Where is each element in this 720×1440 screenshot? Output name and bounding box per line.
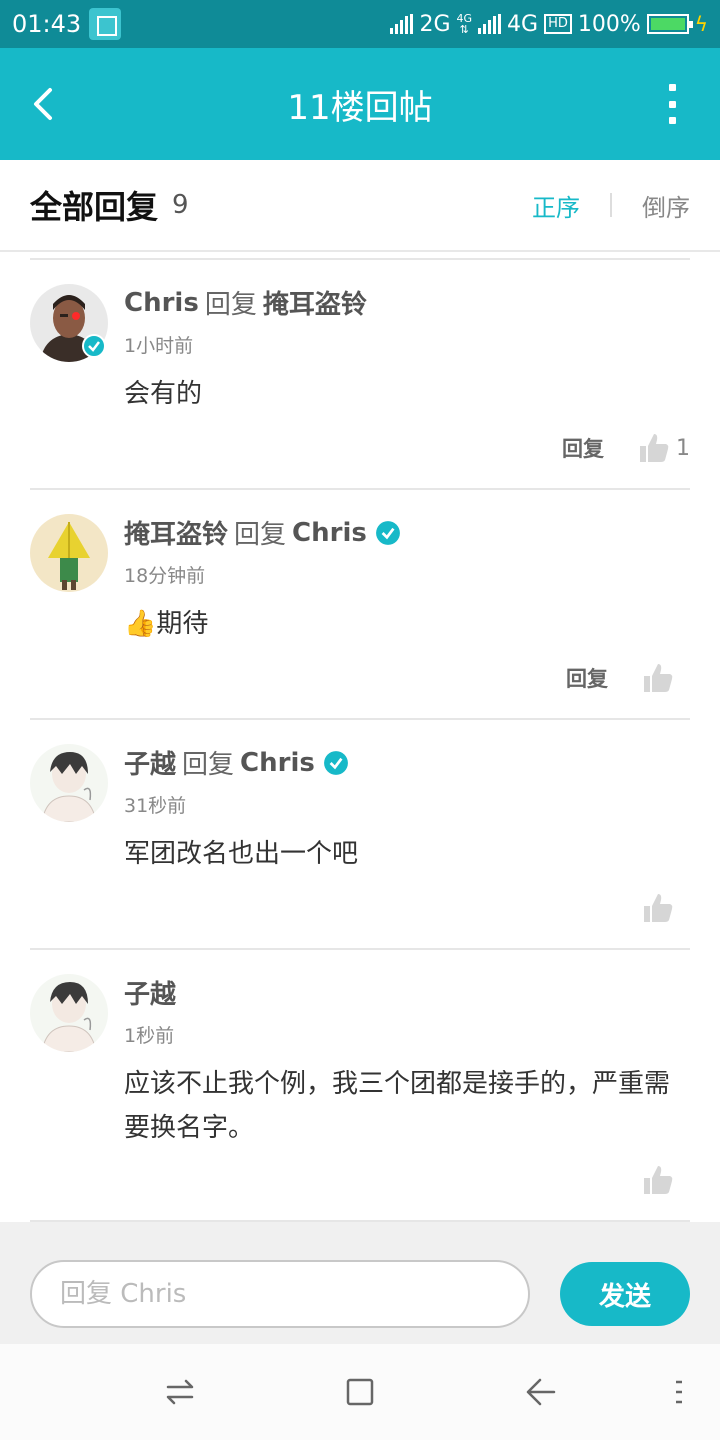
comment-text: 👍期待 (124, 609, 209, 639)
comment-author[interactable]: 掩耳盗铃 (124, 514, 228, 551)
avatar[interactable] (30, 514, 108, 592)
reply-target[interactable]: 掩耳盗铃 (263, 284, 367, 321)
reply-input[interactable] (30, 1260, 530, 1328)
thumbs-up-icon (640, 434, 669, 462)
battery-icon (646, 14, 693, 34)
like-count: 1 (676, 435, 690, 461)
status-right: 2G 4G ⇅ 4G HD 100% ϟ (390, 12, 708, 37)
sort-descending-button[interactable]: 倒序 (642, 188, 690, 223)
comment-text: 会有的 (124, 379, 203, 409)
comment-author[interactable]: 子越 (124, 974, 176, 1011)
title-bar: 11楼回帖 (0, 48, 720, 160)
comment-header: 子越 回复 Chris (124, 744, 690, 781)
charging-icon: ϟ (694, 12, 708, 36)
reply-bar: 发送 (0, 1222, 720, 1344)
comment-item: 子越 回复 Chris 31秒前 军团改名也出一个吧 (30, 718, 690, 948)
comment-content: 子越 1秒前 应该不止我个例，我三个团都是接手的，严重需要换名字。 (124, 974, 690, 1150)
reply-target[interactable]: Chris (240, 748, 315, 778)
comment-actions (642, 892, 690, 924)
back-arrow-icon[interactable] (22, 80, 70, 128)
menu-icon[interactable] (664, 1372, 704, 1412)
signal-icon-2 (478, 14, 502, 34)
home-square-icon[interactable] (340, 1372, 380, 1412)
comment-text: 军团改名也出一个吧 (124, 839, 359, 869)
comment-item: 掩耳盗铃 回复 Chris 18分钟前 👍期待 回复 (30, 488, 690, 718)
like-button[interactable]: 1 (638, 432, 690, 464)
like-button[interactable] (642, 662, 690, 694)
comment-content: 子越 回复 Chris 31秒前 军团改名也出一个吧 (124, 744, 690, 876)
sort-ascending-button[interactable]: 正序 (532, 188, 580, 223)
comment-author[interactable]: Chris (124, 288, 199, 318)
thumbs-up-icon (644, 894, 673, 922)
replies-header: 全部回复 9 正序 倒序 (0, 160, 720, 252)
avatar[interactable] (30, 974, 108, 1052)
status-bar: 01:43 2G 4G ⇅ 4G HD 100% ϟ (0, 0, 720, 48)
reply-word: 回复 (182, 750, 235, 780)
comment-item: Chris 回复 掩耳盗铃 1小时前 会有的 回复 1 (30, 258, 690, 488)
more-options-icon[interactable] (660, 84, 684, 124)
data-activity-icon: 4G ⇅ (456, 12, 473, 36)
comment-text: 应该不止我个例，我三个团都是接手的，严重需要换名字。 (124, 1069, 671, 1143)
reply-button[interactable]: 回复 (566, 663, 608, 693)
reply-target[interactable]: Chris (292, 518, 367, 548)
thumbs-up-icon (644, 664, 673, 692)
network-label-2: 4G (507, 11, 539, 37)
replies-count: 9 (172, 190, 189, 220)
comment-content: Chris 回复 掩耳盗铃 1小时前 会有的 (124, 284, 690, 416)
like-button[interactable] (642, 892, 690, 924)
signal-icon (390, 14, 414, 34)
comment-content: 掩耳盗铃 回复 Chris 18分钟前 👍期待 (124, 514, 690, 646)
verified-icon (82, 334, 106, 358)
avatar[interactable] (30, 744, 108, 822)
network-label-1: 2G (419, 11, 451, 37)
replies-title: 全部回复 (30, 188, 159, 226)
back-nav-icon[interactable] (520, 1372, 560, 1412)
sort-toggle: 正序 倒序 (532, 188, 690, 223)
screenshot-icon (89, 8, 122, 40)
page-title: 11楼回帖 (287, 87, 433, 128)
comment-actions: 回复 (566, 662, 690, 694)
comment-list: Chris 回复 掩耳盗铃 1小时前 会有的 回复 1 掩耳盗铃 回复 Chri… (30, 258, 690, 1222)
verified-icon (375, 520, 400, 545)
status-time: 01:43 (12, 10, 82, 38)
comment-item: 子越 1秒前 应该不止我个例，我三个团都是接手的，严重需要换名字。 (30, 948, 690, 1222)
comment-author[interactable]: 子越 (124, 744, 176, 781)
comment-actions (642, 1164, 690, 1196)
comment-time: 1小时前 (124, 335, 194, 357)
verified-icon (323, 750, 348, 775)
comment-time: 1秒前 (124, 1025, 175, 1047)
reply-word: 回复 (204, 290, 257, 320)
comment-time: 31秒前 (124, 795, 187, 817)
reply-button[interactable]: 回复 (562, 433, 604, 463)
comment-header: 掩耳盗铃 回复 Chris (124, 514, 690, 551)
reply-word: 回复 (234, 520, 287, 550)
comment-header: Chris 回复 掩耳盗铃 (124, 284, 690, 321)
like-button[interactable] (642, 1164, 690, 1196)
battery-percent: 100% (577, 11, 641, 37)
switch-apps-icon[interactable] (160, 1372, 200, 1412)
comment-header: 子越 (124, 974, 690, 1011)
comment-actions: 回复 1 (562, 432, 690, 464)
hd-icon: HD (544, 14, 572, 34)
send-button[interactable]: 发送 (560, 1262, 690, 1326)
thumbs-up-icon (644, 1166, 673, 1194)
comment-time: 18分钟前 (124, 565, 206, 587)
system-nav-bar (0, 1344, 720, 1440)
sort-divider (610, 193, 612, 217)
